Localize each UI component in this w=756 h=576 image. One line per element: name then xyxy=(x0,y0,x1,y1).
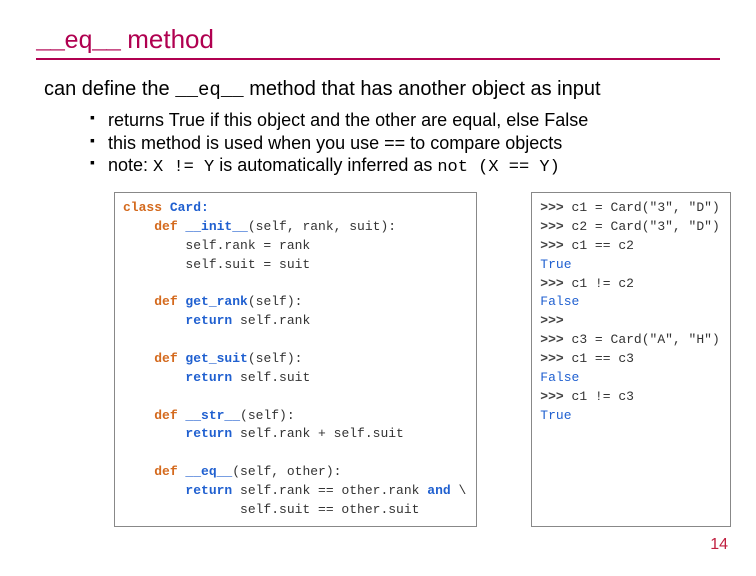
cls: Card: xyxy=(162,200,209,215)
bullet-code: not (X == Y) xyxy=(437,158,559,177)
result: True xyxy=(540,408,571,423)
sig: (self): xyxy=(248,351,303,366)
kw: def xyxy=(154,351,177,366)
prompt: >>> xyxy=(540,351,571,366)
prompt: >>> xyxy=(540,332,571,347)
stmt: c3 = Card("A", "H") xyxy=(572,332,720,347)
stmt: self.rank = rank xyxy=(123,238,310,253)
bullet-text: this method is used when you use == to c… xyxy=(108,133,562,153)
stmt: c2 = Card("3", "D") xyxy=(572,219,720,234)
fn: get_rank xyxy=(178,294,248,309)
bullet-code: X != Y xyxy=(153,158,214,177)
sig: (self): xyxy=(240,408,295,423)
kw: class xyxy=(123,200,162,215)
fn: __init__ xyxy=(178,219,248,234)
bullet-text: is automatically inferred as xyxy=(214,155,437,175)
prompt: >>> xyxy=(540,200,571,215)
result: True xyxy=(540,257,571,272)
fn: get_suit xyxy=(178,351,248,366)
stmt: self.suit == other.suit xyxy=(123,502,419,517)
stmt: self.rank + self.suit xyxy=(232,426,404,441)
stmt: c1 = Card("3", "D") xyxy=(572,200,720,215)
desc-post: method that has another object as input xyxy=(244,78,601,100)
code-shell-session: >>> c1 = Card("3", "D") >>> c2 = Card("3… xyxy=(531,192,730,526)
prompt: >>> xyxy=(540,276,571,291)
code-class-definition: class Card: def __init__(self, rank, sui… xyxy=(114,192,477,526)
kw: return xyxy=(185,313,232,328)
page-number: 14 xyxy=(710,536,728,554)
kw: def xyxy=(154,294,177,309)
bullet-item: returns True if this object and the othe… xyxy=(90,109,720,132)
bullet-item: this method is used when you use == to c… xyxy=(90,132,720,155)
sig: (self, rank, suit): xyxy=(248,219,396,234)
fn: __eq__ xyxy=(178,464,233,479)
stmt: self.rank xyxy=(232,313,310,328)
stmt: c1 == c3 xyxy=(572,351,634,366)
stmt: self.suit xyxy=(232,370,310,385)
bullet-text: returns True if this object and the othe… xyxy=(108,110,588,130)
prompt: >>> xyxy=(540,313,571,328)
sig: (self): xyxy=(248,294,303,309)
stmt: c1 != c2 xyxy=(572,276,634,291)
kw: return xyxy=(185,426,232,441)
code-panels: class Card: def __init__(self, rank, sui… xyxy=(114,192,720,526)
kw: def xyxy=(154,464,177,479)
kw: return xyxy=(185,370,232,385)
kw: def xyxy=(154,219,177,234)
kw: def xyxy=(154,408,177,423)
description-line: can define the __eq__ method that has an… xyxy=(44,78,720,101)
bullet-item: note: X != Y is automatically inferred a… xyxy=(90,154,720,178)
stmt: c1 == c2 xyxy=(572,238,634,253)
prompt: >>> xyxy=(540,389,571,404)
desc-code: __eq__ xyxy=(175,79,243,101)
slide-title: __eq__ method xyxy=(36,24,720,60)
kw: return xyxy=(185,483,232,498)
stmt: \ xyxy=(451,483,467,498)
prompt: >>> xyxy=(540,219,571,234)
desc-pre: can define the xyxy=(44,78,175,100)
title-word: method xyxy=(120,24,214,54)
stmt: self.rank == other.rank xyxy=(232,483,427,498)
prompt: >>> xyxy=(540,238,571,253)
bullet-text: note: xyxy=(108,155,153,175)
result: False xyxy=(540,370,579,385)
title-code: __eq__ xyxy=(36,27,120,56)
sig: (self, other): xyxy=(232,464,341,479)
result: False xyxy=(540,294,579,309)
stmt: self.suit = suit xyxy=(123,257,310,272)
bullet-list: returns True if this object and the othe… xyxy=(90,109,720,178)
kw: and xyxy=(427,483,450,498)
stmt: c1 != c3 xyxy=(572,389,634,404)
fn: __str__ xyxy=(178,408,240,423)
